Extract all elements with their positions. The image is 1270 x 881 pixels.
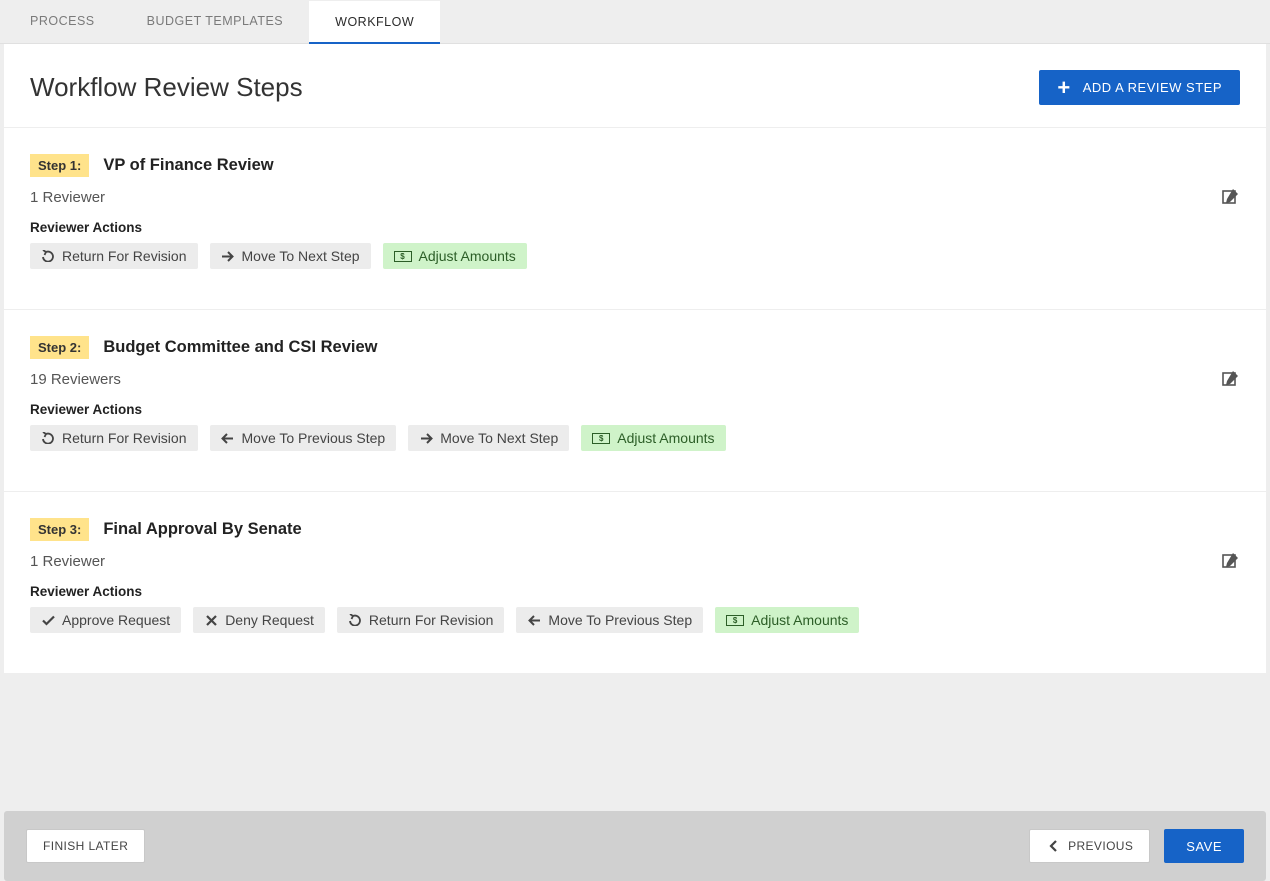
action-label: Deny Request (225, 612, 314, 628)
previous-button[interactable]: PREVIOUS (1029, 829, 1150, 863)
arrow-left-icon (527, 615, 541, 626)
reviewer-actions: Return For Revision Move To Previous Ste… (30, 425, 1240, 451)
undo-icon (41, 250, 55, 262)
action-label: Move To Previous Step (242, 430, 386, 446)
workflow-step: Step 1: VP of Finance Review 1 Reviewer … (4, 128, 1266, 310)
edit-step-button[interactable] (1222, 188, 1240, 206)
action-adjust-amounts: $ Adjust Amounts (383, 243, 527, 269)
cash-icon: $ (394, 251, 412, 262)
cash-icon: $ (726, 615, 744, 626)
action-label: Move To Next Step (242, 248, 360, 264)
reviewer-actions-label: Reviewer Actions (30, 584, 1240, 599)
chevron-left-icon (1046, 840, 1060, 852)
arrow-right-icon (221, 251, 235, 262)
action-label: Adjust Amounts (617, 430, 714, 446)
action-label: Return For Revision (62, 430, 187, 446)
workflow-panel: Workflow Review Steps + ADD A REVIEW STE… (4, 44, 1266, 673)
action-approve: Approve Request (30, 607, 181, 633)
x-icon (204, 615, 218, 626)
step-title: VP of Finance Review (103, 156, 273, 175)
step-badge: Step 1: (30, 154, 89, 177)
tab-budget-templates[interactable]: BUDGET TEMPLATES (121, 0, 310, 43)
reviewer-actions: Return For Revision Move To Next Step $ … (30, 243, 1240, 269)
action-next: Move To Next Step (210, 243, 371, 269)
footer-bar: FINISH LATER PREVIOUS SAVE (4, 811, 1266, 881)
action-label: Return For Revision (62, 248, 187, 264)
reviewer-count: 19 Reviewers (30, 371, 1240, 388)
action-prev: Move To Previous Step (210, 425, 397, 451)
page-title: Workflow Review Steps (30, 72, 303, 103)
action-label: Approve Request (62, 612, 170, 628)
undo-icon (348, 614, 362, 626)
action-deny: Deny Request (193, 607, 325, 633)
arrow-right-icon (419, 433, 433, 444)
edit-step-button[interactable] (1222, 552, 1240, 570)
reviewer-actions: Approve Request Deny Request Return For … (30, 607, 1240, 633)
action-label: Move To Previous Step (548, 612, 692, 628)
action-label: Adjust Amounts (751, 612, 848, 628)
action-return: Return For Revision (30, 243, 198, 269)
action-label: Return For Revision (369, 612, 494, 628)
step-badge: Step 2: (30, 336, 89, 359)
action-next: Move To Next Step (408, 425, 569, 451)
tab-bar: PROCESS BUDGET TEMPLATES WORKFLOW (0, 0, 1270, 44)
reviewer-count: 1 Reviewer (30, 189, 1240, 206)
add-review-step-button[interactable]: + ADD A REVIEW STEP (1039, 70, 1240, 105)
workflow-step: Step 3: Final Approval By Senate 1 Revie… (4, 492, 1266, 673)
reviewer-count: 1 Reviewer (30, 553, 1240, 570)
previous-label: PREVIOUS (1068, 839, 1133, 853)
action-prev: Move To Previous Step (516, 607, 703, 633)
action-return: Return For Revision (30, 425, 198, 451)
reviewer-actions-label: Reviewer Actions (30, 220, 1240, 235)
save-button[interactable]: SAVE (1164, 829, 1244, 863)
tab-process[interactable]: PROCESS (4, 0, 121, 43)
edit-step-button[interactable] (1222, 370, 1240, 388)
finish-later-button[interactable]: FINISH LATER (26, 829, 145, 863)
workflow-step: Step 2: Budget Committee and CSI Review … (4, 310, 1266, 492)
step-title: Budget Committee and CSI Review (103, 338, 377, 357)
reviewer-actions-label: Reviewer Actions (30, 402, 1240, 417)
step-title: Final Approval By Senate (103, 520, 301, 539)
action-label: Adjust Amounts (419, 248, 516, 264)
cash-icon: $ (592, 433, 610, 444)
check-icon (41, 615, 55, 626)
undo-icon (41, 432, 55, 444)
action-adjust-amounts: $ Adjust Amounts (715, 607, 859, 633)
action-return: Return For Revision (337, 607, 505, 633)
step-badge: Step 3: (30, 518, 89, 541)
action-adjust-amounts: $ Adjust Amounts (581, 425, 725, 451)
action-label: Move To Next Step (440, 430, 558, 446)
arrow-left-icon (221, 433, 235, 444)
add-review-step-label: ADD A REVIEW STEP (1083, 80, 1222, 95)
tab-workflow[interactable]: WORKFLOW (309, 1, 440, 44)
